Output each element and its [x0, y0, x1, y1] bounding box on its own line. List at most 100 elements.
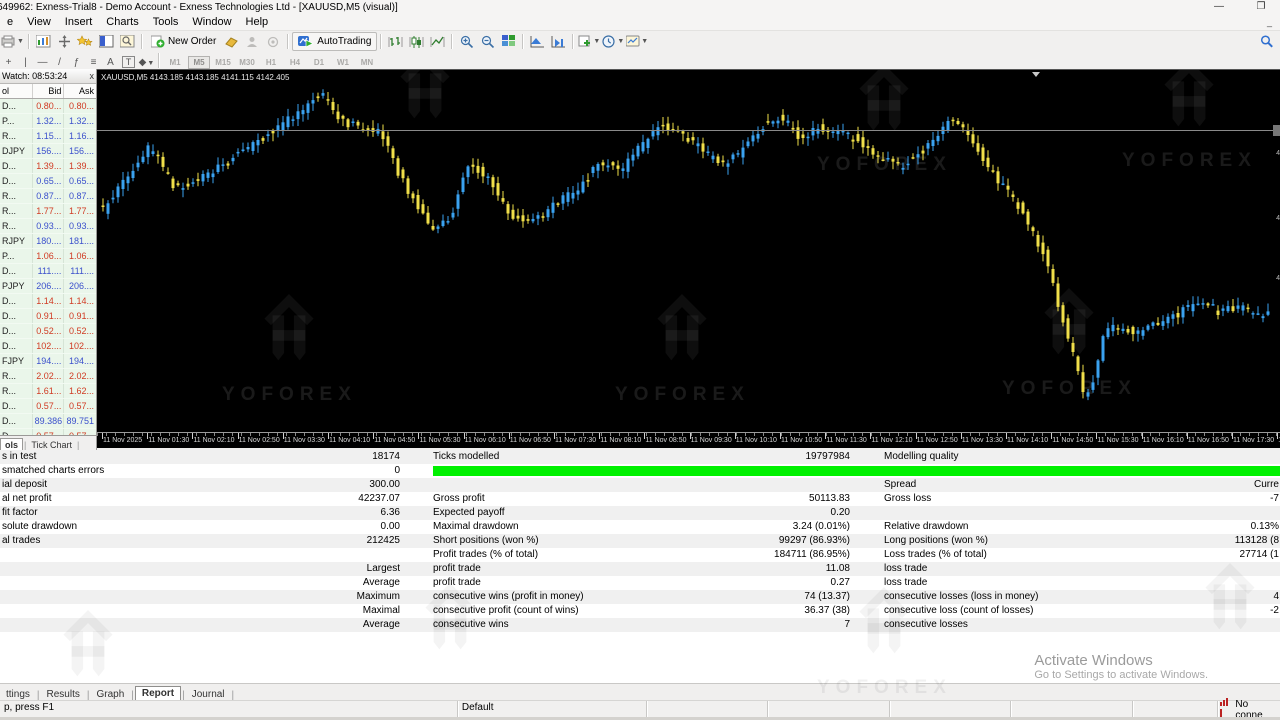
- symbol-column-header[interactable]: ol: [0, 84, 33, 98]
- market-watch-row[interactable]: D...0.57...0.57...: [0, 429, 96, 435]
- market-watch-row[interactable]: D... 111.... 111....: [0, 264, 96, 279]
- deposit-button[interactable]: [222, 33, 241, 50]
- maximize-button[interactable]: ❐: [1250, 1, 1272, 14]
- autotrading-button[interactable]: AutoTrading: [292, 32, 378, 51]
- market-watch-row[interactable]: D... 102.... 102....: [0, 339, 96, 354]
- child-minimize-icon[interactable]: _: [1267, 15, 1272, 30]
- search-button[interactable]: [1257, 33, 1276, 50]
- tester-tab-report[interactable]: Report: [134, 686, 182, 701]
- crosshair-move-button[interactable]: [55, 33, 74, 50]
- report-cell: 0: [394, 465, 400, 476]
- close-icon[interactable]: x: [90, 69, 95, 83]
- market-watch-row[interactable]: R... 0.93... 0.93...: [0, 219, 96, 234]
- report-cell: profit trade: [433, 563, 481, 574]
- chart-shift-marker[interactable]: [1032, 72, 1040, 77]
- market-watch-row[interactable]: R... 1.15... 1.16...: [0, 129, 96, 144]
- zoom-out-button[interactable]: [478, 33, 497, 50]
- menu-item-charts[interactable]: Charts: [99, 15, 145, 30]
- timeframe-m5[interactable]: M5: [188, 55, 210, 69]
- menu-item-window[interactable]: Window: [185, 15, 238, 30]
- shapes-tool[interactable]: ◆▼: [138, 57, 155, 68]
- timeframe-m1[interactable]: M1: [164, 56, 186, 69]
- price-chart[interactable]: XAUUSD,M5 4143.185 4143.185 4141.115 414…: [97, 69, 1280, 433]
- connection-status[interactable]: No conne: [1218, 697, 1280, 720]
- timeframe-m15[interactable]: M15: [212, 56, 234, 69]
- indicators-button[interactable]: ▼: [578, 33, 600, 50]
- channels-tool[interactable]: ≡: [85, 57, 102, 68]
- symbol-cell: D...: [0, 309, 33, 323]
- time-label: 11 Nov 05:30: [419, 437, 461, 444]
- market-watch-row[interactable]: D... 89.386 89.751: [0, 414, 96, 429]
- time-axis[interactable]: 11 Nov 2025 11 Nov 01:30 11 Nov 02:10 11 No…: [97, 432, 1280, 448]
- market-watch-row[interactable]: R... 1.77... 1.77...: [0, 204, 96, 219]
- vertical-line-tool[interactable]: |: [17, 57, 34, 68]
- report-cell: Spread: [884, 479, 917, 490]
- favorites-button[interactable]: [76, 33, 95, 50]
- ask-cell: 1.39...: [68, 161, 94, 171]
- text-label-tool[interactable]: T: [122, 55, 135, 68]
- timeframe-h4[interactable]: H4: [284, 56, 306, 69]
- text-tool[interactable]: A: [102, 57, 119, 68]
- chart-ohlc-info: XAUUSD,M5 4143.185 4143.185 4141.115 414…: [101, 73, 290, 82]
- menu-item-tools[interactable]: Tools: [146, 15, 186, 30]
- menu-item-help[interactable]: Help: [239, 15, 276, 30]
- timeframe-mn[interactable]: MN: [356, 56, 378, 69]
- menu-item-insert[interactable]: Insert: [58, 15, 100, 30]
- status-profile[interactable]: Default: [458, 701, 647, 718]
- timeframe-d1[interactable]: D1: [308, 56, 330, 69]
- market-watch-row[interactable]: D... 1.39... 1.39...: [0, 159, 96, 174]
- trendline-tool[interactable]: /: [51, 57, 68, 68]
- fibonacci-tool[interactable]: ƒ: [68, 57, 85, 68]
- step-forward-button[interactable]: [528, 33, 547, 50]
- toolbar-separator: [140, 34, 143, 49]
- market-watch-row[interactable]: D... 0.91... 0.91...: [0, 309, 96, 324]
- timeframe-w1[interactable]: W1: [332, 56, 354, 69]
- market-watch-row[interactable]: P... 1.06... 1.06...: [0, 249, 96, 264]
- minimize-button[interactable]: —: [1208, 1, 1230, 14]
- timeframe-m30[interactable]: M30: [236, 56, 258, 69]
- bar-chart-button[interactable]: [386, 33, 405, 50]
- market-watch-row[interactable]: PJPY 206.... 206....: [0, 279, 96, 294]
- line-chart-button[interactable]: [428, 33, 447, 50]
- bid-column-header[interactable]: Bid: [33, 84, 65, 98]
- templates-button[interactable]: ▼: [626, 33, 648, 50]
- market-watch-row[interactable]: R... 2.02... 2.02...: [0, 369, 96, 384]
- profile-button[interactable]: [243, 33, 262, 50]
- menu-item-view[interactable]: View: [20, 15, 58, 30]
- horizontal-line-tool[interactable]: —: [34, 57, 51, 68]
- tile-windows-button[interactable]: [499, 33, 518, 50]
- zoom-in-button[interactable]: [457, 33, 476, 50]
- market-watch-row[interactable]: D...0.57...0.57...: [0, 399, 96, 414]
- market-watch-row[interactable]: FJPY 194.... 194....: [0, 354, 96, 369]
- symbol-cell: DJPY: [0, 144, 33, 158]
- periods-button[interactable]: ▼: [602, 33, 624, 50]
- window-layout-button[interactable]: [97, 33, 116, 50]
- print-layout-button[interactable]: ▼: [1, 33, 24, 50]
- market-watch-row[interactable]: DJPY 156.... 156....: [0, 144, 96, 159]
- zoom-window-button[interactable]: [118, 33, 137, 50]
- candlestick-chart-button[interactable]: [407, 33, 426, 50]
- timeframe-h1[interactable]: H1: [260, 56, 282, 69]
- report-row: Largest profit trade 11.08 loss trade: [0, 562, 1280, 576]
- cursor-crosshair-tool[interactable]: +: [0, 57, 17, 68]
- report-cell: consecutive loss (count of losses): [884, 605, 1034, 616]
- menu-item-e[interactable]: e: [0, 15, 20, 30]
- report-cell: ial deposit: [2, 479, 48, 490]
- symbol-cell: R...: [0, 204, 33, 218]
- chart-new-button[interactable]: [34, 33, 53, 50]
- market-watch-row[interactable]: P... 1.32... 1.32...: [0, 114, 96, 129]
- market-watch-row[interactable]: D... 0.52... 0.52...: [0, 324, 96, 339]
- market-watch-tab-tick-chart[interactable]: Tick Chart: [27, 439, 76, 451]
- market-watch-row[interactable]: D... 0.80... 0.80...: [0, 99, 96, 114]
- market-watch-row[interactable]: D... 1.14... 1.14...: [0, 294, 96, 309]
- market-watch-row[interactable]: R... 0.87... 0.87...: [0, 189, 96, 204]
- report-cell: 74 (13.37): [804, 591, 850, 602]
- ask-column-header[interactable]: Ask: [64, 84, 96, 98]
- bid-cell: 1.39...: [33, 159, 65, 173]
- new-order-button[interactable]: New Order: [146, 33, 221, 50]
- sound-button[interactable]: [264, 33, 283, 50]
- market-watch-row[interactable]: D... 0.65... 0.65...: [0, 174, 96, 189]
- market-watch-row[interactable]: R... 1.61... 1.62...: [0, 384, 96, 399]
- step-to-end-button[interactable]: [549, 33, 568, 50]
- market-watch-row[interactable]: RJPY 180.... 181....: [0, 234, 96, 249]
